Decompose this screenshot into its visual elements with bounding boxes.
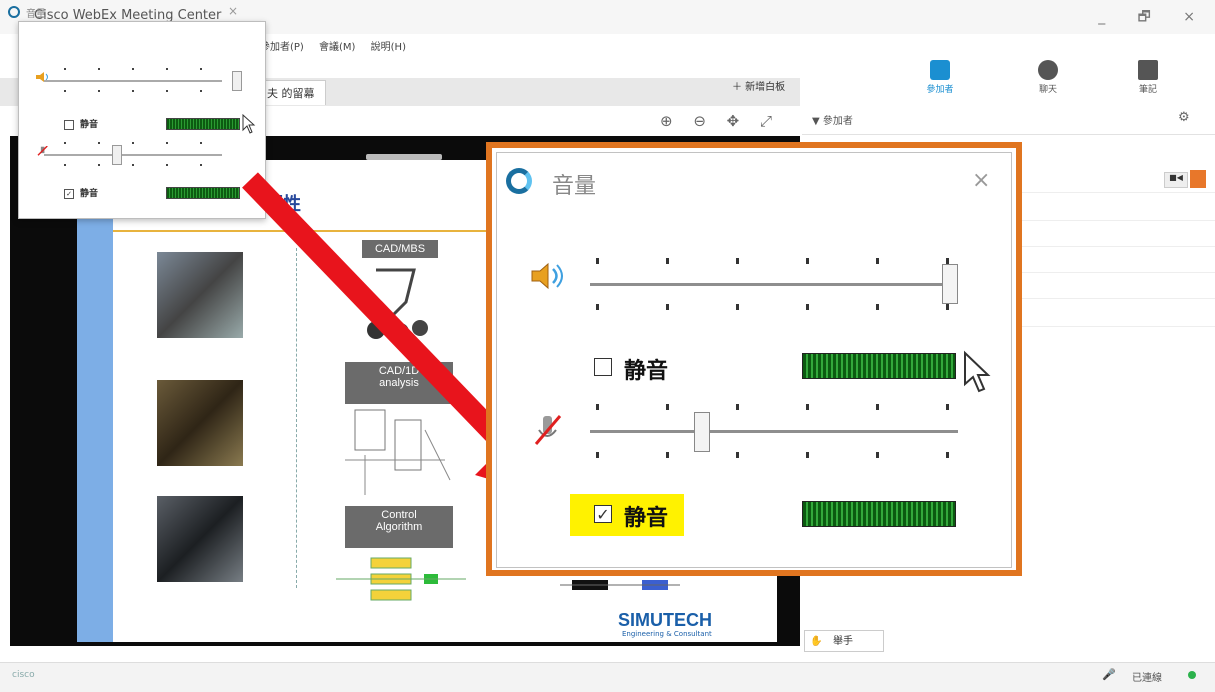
tab-notes[interactable]: 筆記 [1118,60,1178,95]
new-whiteboard-button[interactable]: ＋ 新增白板 [732,78,785,93]
status-mic-icon[interactable]: 🎤 [1102,668,1116,681]
microphone-volume-slider[interactable] [590,430,958,433]
menu-meeting[interactable]: 會議(M) [319,42,355,53]
rack-photo [157,496,243,582]
hand-icon: ✋ [810,636,823,647]
status-bar [0,662,1215,692]
microphone-volume-slider[interactable] [44,154,222,156]
cisco-logo: cisco [12,670,35,680]
microphone-level-meter [802,501,956,527]
close-icon[interactable]: × [972,168,990,193]
microphone-mute-checkbox[interactable]: ✓ [594,505,612,524]
landing-gear-photo [157,252,243,338]
control-block-diagram [336,557,466,601]
zoom-controls[interactable]: ⊕ ⊖ ✥ ⤢ [660,112,780,130]
volume-dialog-title: 音量 [26,9,46,20]
speaker-mute-checkbox[interactable] [64,120,74,130]
microphone-volume-thumb[interactable] [112,145,122,165]
microphone-level-meter [166,187,240,199]
speaker-level-meter [802,353,956,379]
mouse-cursor-icon [964,350,991,393]
chat-icon [1038,60,1058,80]
speaker-volume-slider[interactable] [590,283,958,286]
menu-participants[interactable]: 參加者(P) [260,42,304,53]
participants-header[interactable]: ▼ 參加者 [812,112,853,127]
microphone-muted-icon [534,415,562,445]
close-icon[interactable]: × [228,4,238,18]
brand-tagline: Engineering & Consultant [622,630,712,638]
control-algorithm-box: Control Algorithm [345,506,453,548]
participants-panel-header [802,106,1215,135]
speaker-mute-label: 静音 [624,359,669,384]
slide-side-bar [77,160,113,642]
microphone-mute-label: 静音 [80,189,99,199]
webex-logo-icon [506,168,532,194]
tab-participants[interactable]: 參加者 [910,60,970,95]
webex-logo-icon [8,6,20,18]
window-controls[interactable]: _ 🗗 × [1098,6,1209,30]
speaker-volume-thumb[interactable] [942,264,958,304]
mic-muted-icon[interactable] [1190,170,1206,188]
volume-dialog-title: 音量 [552,174,597,199]
microphone-volume-thumb[interactable] [694,412,710,452]
speaker-mute-checkbox[interactable] [594,358,612,376]
tab-participants-label: 參加者 [926,85,954,95]
tab-notes-label: 筆記 [1138,85,1157,95]
participants-icon [930,60,950,80]
microphone-mute-label: 静音 [624,506,669,531]
small-block-diagram [560,580,680,590]
mouse-cursor-icon [242,114,256,134]
speaker-volume-slider[interactable] [44,80,222,82]
notes-icon [1138,60,1158,80]
shared-screen-tab[interactable]: 夫 的留幕 [256,80,326,105]
speaker-volume-thumb[interactable] [232,71,242,91]
status-dot [1188,671,1196,679]
speaker-mute-label: 静音 [80,120,99,130]
video-icon[interactable]: ■◀ [1164,172,1188,188]
slide-scroll-tab[interactable] [366,154,442,160]
gear-icon[interactable]: ⚙ [1178,110,1190,125]
tab-chat[interactable]: 聊天 [1018,60,1078,95]
speaker-level-meter [166,118,240,130]
menu-help[interactable]: 說明(H) [371,42,406,53]
engine-photo [157,380,243,466]
connection-status: 已連線 [1132,673,1162,684]
brand-logo: SIMUTECH [618,610,712,630]
tab-chat-label: 聊天 [1038,85,1057,95]
menu-bar: 參加者(P) 會議(M) 說明(H) [260,38,418,53]
microphone-mute-checkbox[interactable]: ✓ [64,189,74,199]
speaker-icon [531,262,563,290]
